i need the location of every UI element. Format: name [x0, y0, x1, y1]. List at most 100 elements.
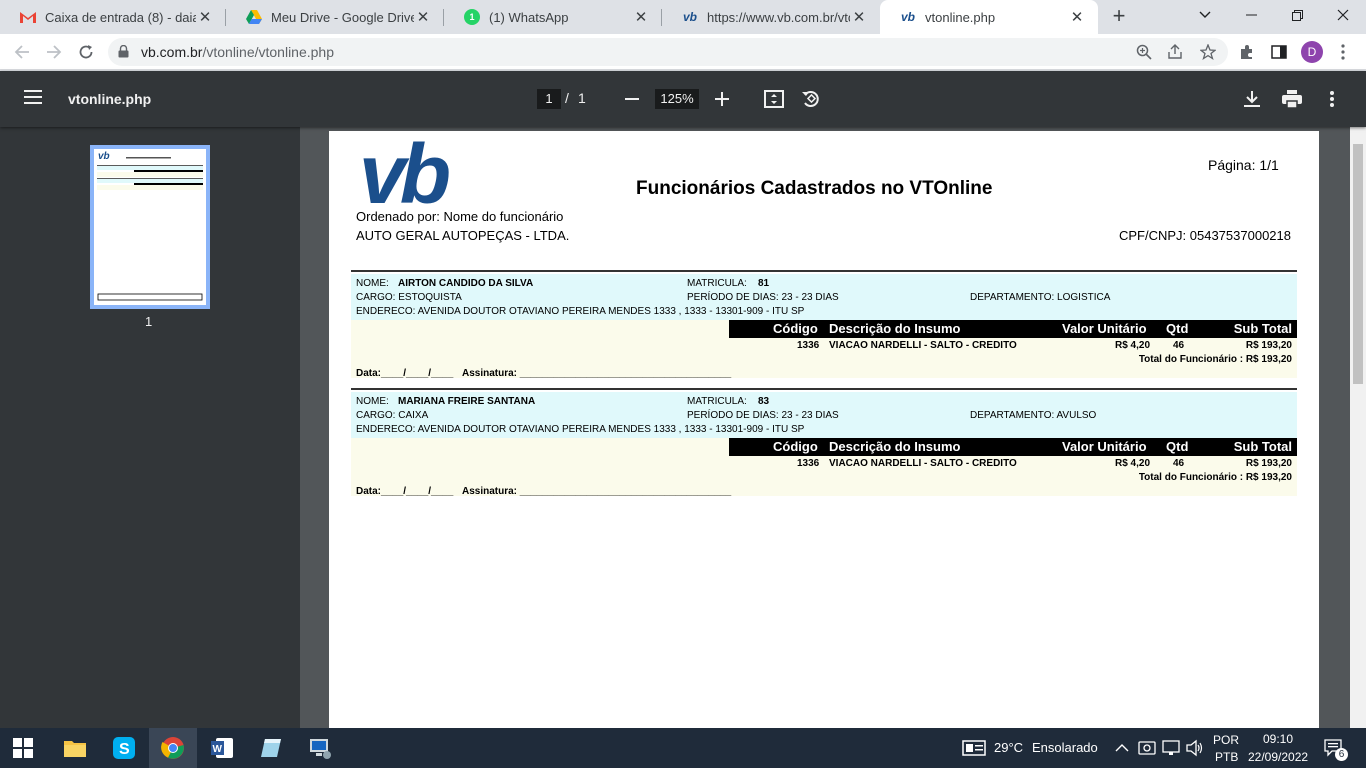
page-thumbnail[interactable]: vb [90, 145, 210, 309]
url-host: vb.com.br [141, 44, 203, 60]
zoom-out-button[interactable] [620, 87, 644, 111]
extensions-icon[interactable] [1238, 43, 1256, 61]
item-code: 1336 [797, 458, 820, 469]
whatsapp-icon: 1 [464, 9, 480, 25]
language-code[interactable]: POR [1213, 733, 1239, 747]
col-qty: Qtd [1166, 439, 1189, 454]
zoom-icon[interactable] [1135, 43, 1153, 61]
minimize-button[interactable] [1228, 0, 1274, 30]
employee-name: AIRTON CANDIDO DA SILVA [398, 278, 534, 289]
date-line: Data:____/____/____ [356, 486, 454, 497]
fit-page-button[interactable] [762, 87, 786, 111]
page-number-input[interactable]: 1 [537, 89, 561, 109]
notes-app-icon[interactable] [259, 736, 283, 760]
chevron-down-icon [1199, 11, 1211, 18]
notification-count-badge: 6 [1335, 748, 1348, 761]
item-qty: 46 [1173, 458, 1185, 469]
chrome-icon[interactable] [161, 736, 185, 760]
reload-icon [79, 45, 93, 59]
employee-address: ENDERECO: AVENIDA DOUTOR OTAVIANO PEREIR… [356, 424, 805, 435]
print-button[interactable] [1280, 87, 1304, 111]
close-icon[interactable]: ✕ [414, 8, 432, 26]
item-description: VIACAO NARDELLI - SALTO - CREDITO [829, 340, 1017, 351]
more-actions-icon[interactable] [1320, 87, 1344, 111]
close-icon[interactable]: ✕ [632, 8, 650, 26]
network-icon[interactable] [1162, 739, 1180, 757]
volume-icon[interactable] [1186, 739, 1204, 757]
clock-time[interactable]: 09:10 [1263, 732, 1293, 746]
registration-label: MATRICULA: [687, 278, 747, 289]
hamburger-menu-icon[interactable] [24, 90, 42, 104]
svg-text:vb: vb [359, 131, 449, 207]
close-icon [1337, 9, 1349, 21]
download-icon [1244, 91, 1260, 107]
address-bar[interactable]: vb.com.br/vtonline/vtonline.php [108, 38, 1228, 66]
tab-gmail[interactable]: Caixa de entrada (8) - daiane ✕ [0, 0, 226, 34]
tab-whatsapp[interactable]: 1 (1) WhatsApp ✕ [444, 0, 662, 34]
col-code: Código [773, 439, 818, 454]
rotate-icon [802, 91, 819, 107]
tab-drive[interactable]: Meu Drive - Google Drive ✕ [226, 0, 444, 34]
reload-button[interactable] [74, 40, 98, 64]
close-icon[interactable]: ✕ [1068, 8, 1086, 26]
forward-button[interactable] [42, 40, 66, 64]
page-separator: / [565, 90, 569, 106]
remote-desktop-icon[interactable] [308, 736, 332, 760]
keyboard-layout[interactable]: PTB [1215, 750, 1238, 764]
tab-vb-url[interactable]: vb https://www.vb.com.br/vtonl ✕ [662, 0, 880, 34]
tab-vtonline[interactable]: vb vtonline.php ✕ [880, 0, 1098, 34]
col-subtotal: Sub Total [1233, 439, 1292, 454]
viewer-scrollbar[interactable] [1350, 127, 1366, 728]
name-label: NOME: [356, 278, 389, 289]
col-unit-value: Valor Unitário [1062, 321, 1147, 336]
registration-label: MATRICULA: [687, 396, 747, 407]
employee-role: CARGO: ESTOQUISTA [356, 292, 462, 303]
profile-avatar[interactable]: D [1301, 41, 1323, 63]
back-button[interactable] [10, 40, 34, 64]
close-window-button[interactable] [1320, 0, 1366, 30]
col-unit-value: Valor Unitário [1062, 439, 1147, 454]
close-icon[interactable]: ✕ [850, 8, 868, 26]
windows-start-icon[interactable] [13, 738, 33, 758]
meet-now-icon[interactable] [1138, 739, 1156, 757]
svg-text:W: W [213, 744, 223, 755]
thumbnail-sidebar: vb 1 [0, 127, 300, 728]
restore-button[interactable] [1274, 0, 1320, 30]
vb-icon: vb [900, 10, 915, 24]
weather-temperature: 29°C [994, 740, 1024, 755]
col-description: Descrição do Insumo [829, 321, 961, 336]
news-weather-icon[interactable] [962, 736, 986, 760]
download-button[interactable] [1240, 87, 1264, 111]
pdf-viewer[interactable]: vb Funcionários Cadastrados no VTOnline … [300, 127, 1350, 728]
registration-number: 83 [758, 396, 770, 407]
pdf-page: vb Funcionários Cadastrados no VTOnline … [329, 131, 1319, 728]
col-description: Descrição do Insumo [829, 439, 961, 454]
tab-search-button[interactable] [1182, 0, 1228, 30]
bookmark-star-icon[interactable] [1199, 43, 1217, 61]
share-icon[interactable] [1166, 43, 1184, 61]
zoom-in-button[interactable] [710, 87, 734, 111]
employee-period: PERÍODO DE DIAS: 23 - 23 DIAS [687, 410, 839, 421]
weather-condition: Ensolarado [1032, 740, 1098, 755]
arrow-left-icon [14, 45, 29, 59]
word-icon[interactable]: W [210, 736, 234, 760]
close-icon[interactable]: ✕ [196, 8, 214, 26]
zoom-level-input[interactable]: 125% [655, 89, 699, 109]
side-panel-icon[interactable] [1270, 43, 1288, 61]
clock-date[interactable]: 22/09/2022 [1248, 750, 1308, 764]
date-line: Data:____/____/____ [356, 368, 454, 379]
signature-line: Assinatura: ____________________________… [462, 368, 732, 379]
file-explorer-icon[interactable] [63, 736, 87, 760]
page-total: 1 [578, 90, 586, 106]
employee-department: DEPARTAMENTO: LOGISTICA [970, 292, 1111, 303]
kebab-menu-icon[interactable] [1334, 43, 1352, 61]
scrollbar-thumb[interactable] [1353, 144, 1363, 384]
skype-icon[interactable]: S [112, 736, 136, 760]
report-company: AUTO GERAL AUTOPEÇAS - LTDA. [356, 228, 570, 243]
employee-total: Total do Funcionário : R$ 193,20 [1138, 472, 1292, 483]
chevron-up-icon[interactable] [1115, 741, 1129, 755]
svg-text:vb: vb [98, 151, 110, 162]
rotate-button[interactable] [799, 87, 823, 111]
fit-page-icon [764, 90, 784, 108]
new-tab-button[interactable]: + [1108, 5, 1130, 28]
